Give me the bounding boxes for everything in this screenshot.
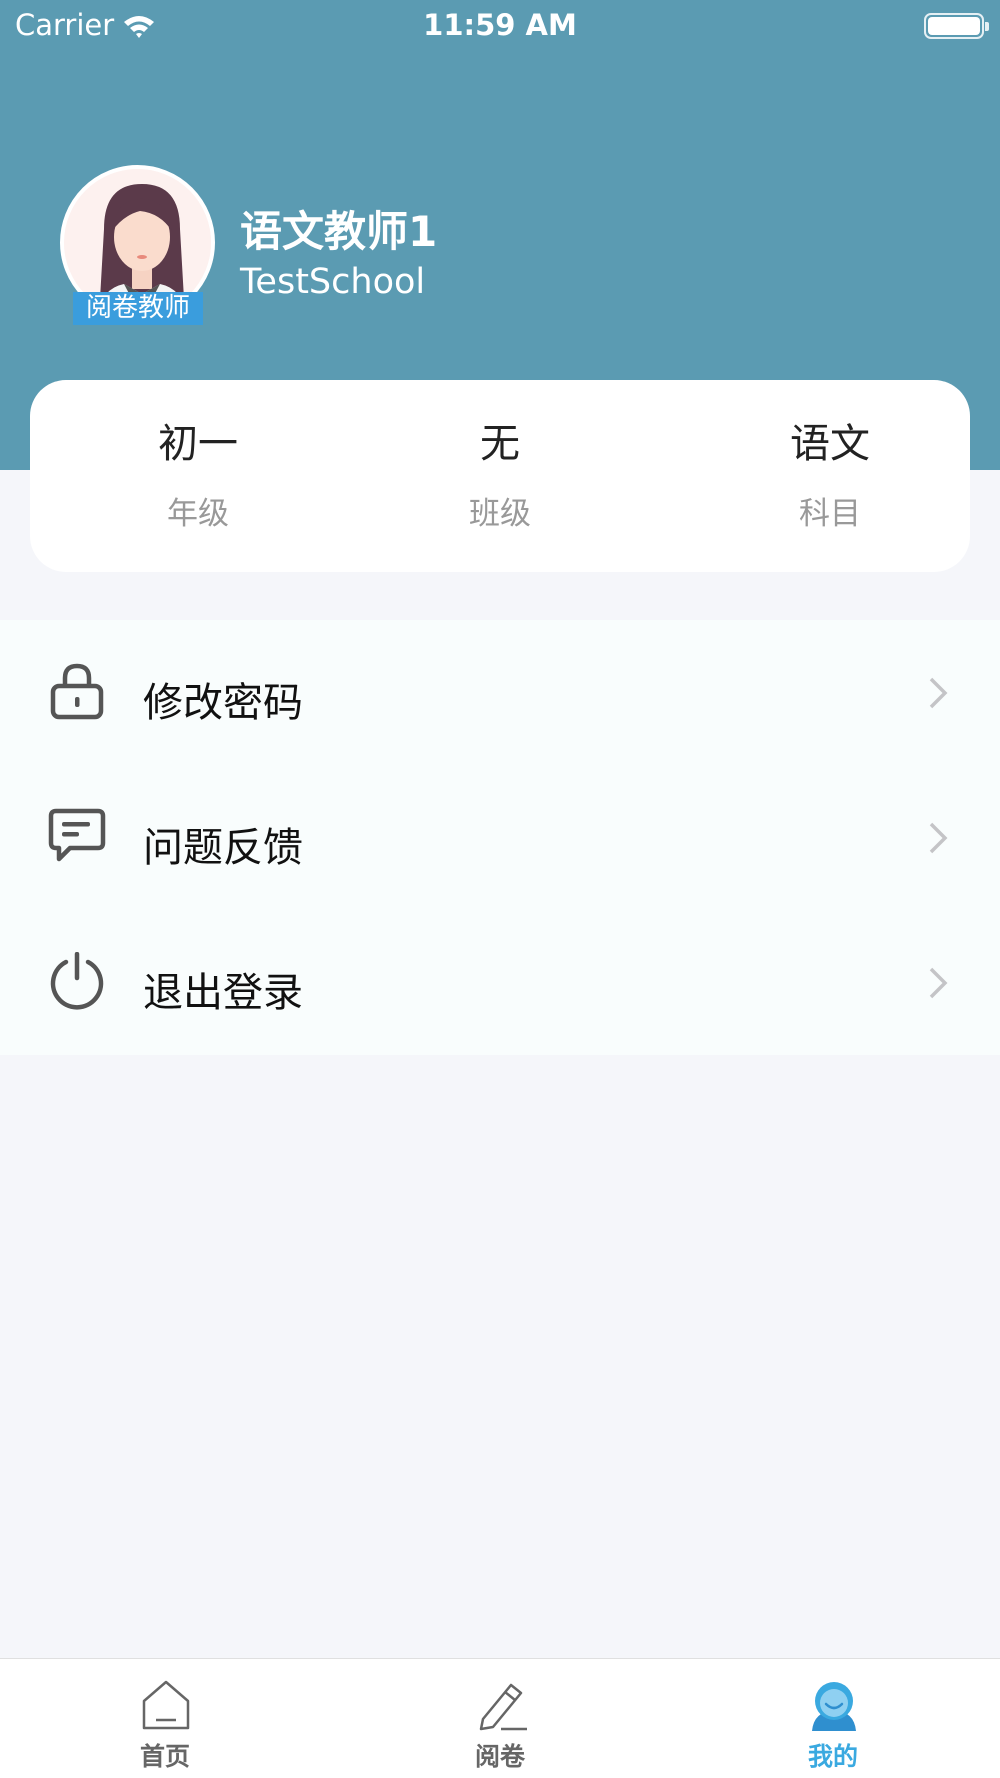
stat-value: 无 (480, 421, 520, 467)
tab-bar: 首页 阅卷 我的 (0, 1658, 1000, 1778)
chevron-right-icon (928, 966, 948, 1000)
tab-home[interactable]: 首页 (65, 1659, 265, 1778)
stat-grade: 初一 年级 (98, 420, 298, 533)
user-icon (808, 1679, 860, 1731)
school-name: TestSchool (240, 262, 426, 302)
menu-item-logout[interactable]: 退出登录 (0, 910, 1000, 1055)
stat-label: 年级 (167, 496, 229, 532)
stat-subject: 语文 科目 (730, 420, 930, 533)
chat-icon (48, 807, 106, 865)
stat-value: 语文 (790, 421, 870, 467)
settings-menu: 修改密码 问题反馈 退出登录 (0, 620, 1000, 1055)
tab-label: 阅卷 (474, 1742, 525, 1771)
tab-label: 首页 (139, 1742, 190, 1771)
tab-grading[interactable]: 阅卷 (400, 1659, 600, 1778)
menu-item-feedback[interactable]: 问题反馈 (0, 765, 1000, 910)
battery-icon (924, 13, 989, 39)
status-bar: Carrier 11:59 AM (0, 0, 1000, 52)
chevron-right-icon (928, 676, 948, 710)
profile-page: Carrier 11:59 AM 阅卷教师 语文教师1 TestSchool 初… (0, 0, 1000, 1778)
menu-label: 退出登录 (143, 970, 303, 1016)
stat-value: 初一 (158, 421, 238, 467)
power-icon (48, 951, 106, 1010)
stat-class: 无 班级 (400, 420, 600, 533)
stat-label: 科目 (799, 496, 861, 532)
menu-label: 修改密码 (143, 680, 303, 726)
menu-label: 问题反馈 (143, 825, 303, 871)
tab-label: 我的 (807, 1742, 858, 1771)
pencil-icon (475, 1679, 527, 1731)
role-badge: 阅卷教师 (73, 292, 203, 325)
tab-mine[interactable]: 我的 (733, 1659, 933, 1778)
stat-label: 班级 (469, 496, 531, 532)
clock: 11:59 AM (423, 8, 577, 42)
chevron-right-icon (928, 821, 948, 855)
user-name: 语文教师1 (240, 207, 438, 256)
home-icon (140, 1679, 192, 1731)
menu-item-change-password[interactable]: 修改密码 (0, 620, 1000, 765)
stats-card: 初一 年级 无 班级 语文 科目 (30, 380, 970, 572)
lock-icon (48, 662, 106, 720)
